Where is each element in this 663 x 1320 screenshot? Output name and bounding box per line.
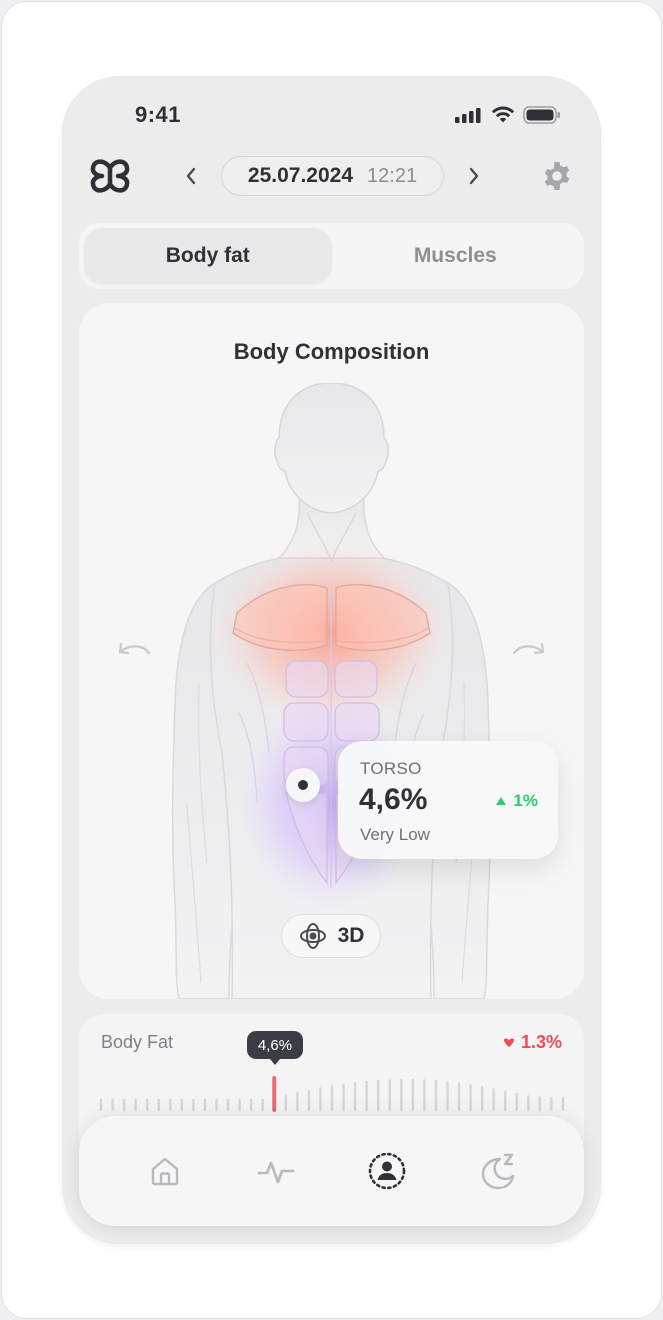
view-3d-label: 3D — [337, 924, 365, 947]
nav-sleep[interactable] — [476, 1149, 520, 1193]
arrow-up-icon — [496, 797, 507, 805]
rotate-right-icon[interactable] — [508, 639, 548, 661]
status-time: 9:41 — [135, 102, 182, 127]
region-value: 4,6% — [359, 783, 428, 816]
header: 25.07.2024 12:21 — [62, 152, 601, 200]
region-info-card[interactable]: TORSO 4,6% Very Low 1% — [338, 741, 558, 859]
torso-marker[interactable] — [286, 768, 320, 802]
next-date-button[interactable] — [463, 162, 485, 190]
rotate-left-icon[interactable] — [115, 639, 155, 661]
date-label: 25.07.2024 — [247, 164, 354, 187]
gear-icon — [544, 162, 570, 190]
body-figure[interactable] — [79, 383, 584, 999]
settings-button[interactable] — [539, 158, 575, 194]
nav-body[interactable] — [365, 1149, 409, 1193]
3d-rotate-icon — [299, 923, 326, 949]
chevron-left-icon — [186, 167, 196, 185]
phone-screen: 9:41 25.07.2024 12:21 Body fat Muscles B… — [62, 76, 601, 1244]
view-tabs: Body fat Muscles — [79, 223, 584, 289]
cellular-signal-icon — [455, 108, 481, 123]
region-status: Very Low — [360, 825, 430, 844]
activity-icon — [257, 1161, 295, 1184]
previous-date-button[interactable] — [180, 162, 202, 190]
bottom-navigation — [79, 1116, 584, 1226]
marker-dot — [298, 780, 308, 790]
date-selector[interactable]: 25.07.2024 12:21 — [221, 156, 444, 196]
time-label: 12:21 — [367, 164, 418, 187]
wifi-icon — [491, 106, 515, 123]
region-label: TORSO — [360, 759, 422, 778]
battery-icon — [523, 106, 560, 124]
home-icon — [151, 1157, 178, 1186]
sleep-icon — [482, 1153, 515, 1190]
view-3d-button[interactable]: 3D — [281, 914, 381, 958]
logo-icon — [90, 159, 130, 193]
card-title: Body Composition — [233, 339, 430, 364]
status-icons — [455, 106, 561, 124]
tab-muscles[interactable]: Muscles — [332, 228, 580, 284]
region-change-value: 1% — [513, 791, 538, 810]
body-composition-card: Body Composition TORSO 4,6% Very Low 1% … — [79, 303, 584, 999]
chevron-right-icon — [469, 167, 479, 185]
nav-home[interactable] — [143, 1149, 187, 1193]
tab-body-fat[interactable]: Body fat — [84, 228, 332, 284]
region-change: 1% — [495, 791, 538, 811]
nav-activity[interactable] — [254, 1149, 298, 1193]
body-scan-icon — [368, 1152, 406, 1190]
